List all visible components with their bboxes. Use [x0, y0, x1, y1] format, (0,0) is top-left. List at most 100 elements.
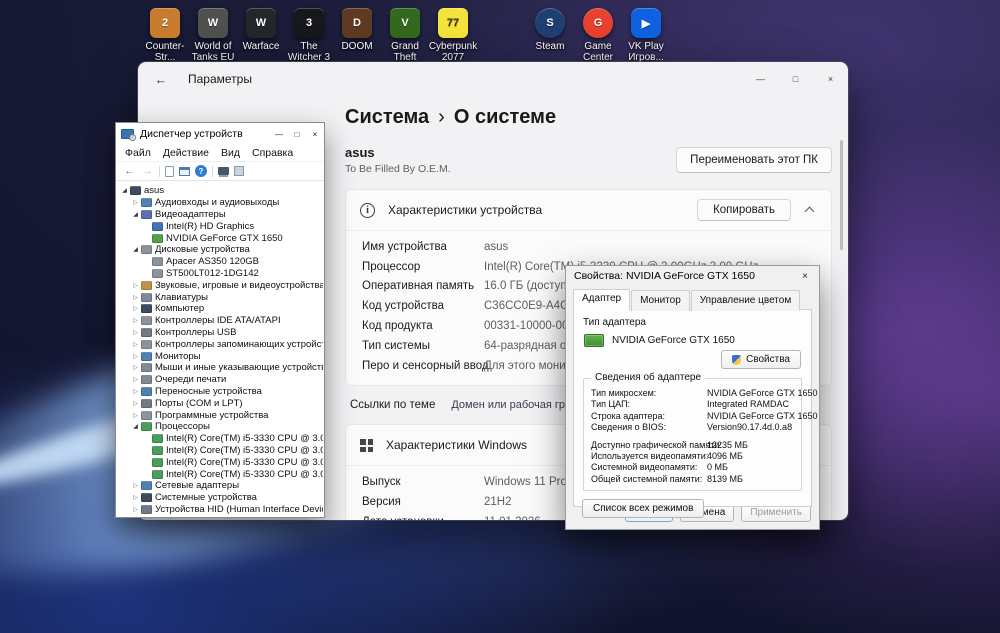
properties-button[interactable]: Свойства	[721, 350, 801, 369]
twisty-icon[interactable]	[131, 364, 140, 371]
device-manager-toolbar: ← →?	[116, 161, 324, 181]
twisty-icon[interactable]	[131, 412, 140, 419]
desktop-icon-glyph: 3	[305, 17, 313, 29]
menu-item[interactable]: Вид	[215, 146, 246, 160]
close-button[interactable]: ×	[813, 62, 848, 96]
separator[interactable]	[159, 165, 160, 177]
help-icon[interactable]: ?	[195, 165, 207, 177]
tree-item[interactable]: Процессоры	[117, 421, 323, 433]
maximize-button[interactable]: □	[778, 62, 813, 96]
twisty-icon[interactable]	[131, 211, 140, 218]
tree-item[interactable]: Intel(R) Core(TM) i5-3330 CPU @ 3.00GHz	[117, 468, 323, 480]
tree-item[interactable]: Intel(R) HD Graphics	[117, 220, 323, 232]
doc-icon[interactable]	[165, 165, 174, 177]
twisty-icon[interactable]	[131, 353, 140, 360]
desktop-icon[interactable]: S Steam	[526, 8, 574, 63]
tree-item[interactable]: Звуковые, игровые и видеоустройства	[117, 279, 323, 291]
close-icon[interactable]: ×	[791, 266, 819, 286]
twisty-icon[interactable]	[131, 282, 140, 289]
tree-item-label: Аудиовходы и аудиовыходы	[155, 197, 280, 209]
twisty-icon[interactable]	[131, 294, 140, 301]
tree-item[interactable]: Видеоадаптеры	[117, 209, 323, 221]
tree-item[interactable]: Контроллеры IDE ATA/ATAPI	[117, 315, 323, 327]
info-label: Системной видеопамяти:	[591, 462, 698, 473]
tree-item[interactable]: Контроллеры USB	[117, 327, 323, 339]
back-button[interactable]: ←	[146, 65, 176, 93]
menu-item[interactable]: Файл	[119, 146, 157, 160]
tree-item[interactable]: NVIDIA GeForce GTX 1650	[117, 232, 323, 244]
twisty-icon[interactable]	[131, 388, 140, 395]
tree-item[interactable]: Intel(R) Core(TM) i5-3330 CPU @ 3.00GHz	[117, 445, 323, 457]
info-value: Version90.17.4d.0.a8	[707, 422, 793, 433]
desktop-icon[interactable]: G Game Center	[574, 8, 622, 63]
minimize-button[interactable]: —	[743, 62, 778, 96]
dialog-title: Свойства: NVIDIA GeForce GTX 1650	[574, 270, 755, 282]
computer-tb-icon[interactable]	[218, 167, 229, 175]
twisty-icon[interactable]	[131, 199, 140, 206]
tree-item[interactable]: Клавиатуры	[117, 291, 323, 303]
monitor-icon	[141, 351, 152, 361]
tree-item[interactable]: Сетевые адаптеры	[117, 480, 323, 492]
twisty-icon[interactable]	[131, 423, 140, 430]
tree-item[interactable]: Очереди печати	[117, 374, 323, 386]
tree-item-label: Системные устройства	[155, 492, 257, 504]
tree-item[interactable]: Устройства HID (Human Interface Devices)	[117, 504, 323, 516]
tree-item-label: Звуковые, игровые и видеоустройства	[155, 279, 323, 291]
device-specs-header[interactable]: Характеристики устройства Копировать	[346, 190, 831, 230]
twisty-icon[interactable]	[131, 329, 140, 336]
twisty-icon[interactable]	[131, 246, 140, 253]
twisty-icon[interactable]	[131, 317, 140, 324]
twisty-icon[interactable]	[131, 341, 140, 348]
dialog-tab[interactable]: Монитор	[631, 290, 690, 311]
twisty-icon[interactable]	[131, 376, 140, 383]
tree-item[interactable]: Переносные устройства	[117, 386, 323, 398]
twisty-icon[interactable]	[131, 305, 140, 312]
rename-pc-button[interactable]: Переименовать этот ПК	[676, 147, 832, 173]
spec-label: Имя устройства	[362, 240, 447, 253]
ide-icon	[141, 316, 152, 326]
twisty-icon[interactable]	[131, 494, 140, 501]
twisty-icon[interactable]	[131, 400, 140, 407]
tree-item[interactable]: ST500LT012-1DG142	[117, 268, 323, 280]
copy-device-specs-button[interactable]: Копировать	[697, 199, 791, 221]
tree-item[interactable]: Контроллеры запоминающих устройств	[117, 338, 323, 350]
minimize-button[interactable]: —	[270, 124, 288, 145]
tree-item[interactable]: Компьютер	[117, 303, 323, 315]
desktop-icon-label: Cyberpunk 2077	[428, 41, 478, 63]
tree-item[interactable]: Apacer AS350 120GB	[117, 256, 323, 268]
forward-icon[interactable]: →	[141, 164, 154, 178]
list-all-modes-button[interactable]: Список всех режимов	[582, 499, 705, 519]
tree-item[interactable]: Аудиовходы и аудиовыходы	[117, 197, 323, 209]
maximize-button[interactable]: □	[288, 124, 306, 145]
sound-icon	[141, 280, 152, 290]
tree-item[interactable]: Системные устройства	[117, 492, 323, 504]
desktop-icon[interactable]: ▶ VK Play Игров...	[622, 8, 670, 63]
window-icon[interactable]	[179, 166, 190, 176]
tree-item[interactable]: Intel(R) Core(TM) i5-3330 CPU @ 3.00GHz	[117, 433, 323, 445]
separator[interactable]	[212, 165, 213, 177]
dialog-tab[interactable]: Адаптер	[573, 289, 631, 310]
tree-item[interactable]: Intel(R) Core(TM) i5-3330 CPU @ 3.00GHz	[117, 456, 323, 468]
scrollbar[interactable]	[840, 140, 843, 250]
related-links-label: Ссылки по теме	[350, 399, 436, 412]
info-value: 8139 МБ	[707, 473, 743, 484]
twisty-icon[interactable]	[131, 482, 140, 489]
tree-item[interactable]: Мыши и иные указывающие устройства	[117, 362, 323, 374]
close-button[interactable]: ×	[306, 124, 324, 145]
tree-item[interactable]: Дисковые устройства	[117, 244, 323, 256]
menu-item[interactable]: Действие	[157, 146, 215, 160]
chevron-up-icon[interactable]	[804, 206, 815, 216]
twisty-icon[interactable]	[120, 187, 129, 194]
tree-item[interactable]: Порты (COM и LPT)	[117, 397, 323, 409]
back-icon[interactable]: ←	[123, 164, 136, 178]
tree-item[interactable]: Программные устройства	[117, 409, 323, 421]
breadcrumb-root[interactable]: Система	[345, 106, 429, 128]
adapter-info-group: Сведения об адаптере Тип микросхем: NVID…	[583, 372, 818, 492]
tree-item[interactable]: asus	[117, 185, 323, 197]
menu-item[interactable]: Справка	[246, 146, 299, 160]
tree-item[interactable]: Мониторы	[117, 350, 323, 362]
scan-icon[interactable]	[234, 166, 244, 176]
twisty-icon[interactable]	[131, 506, 140, 513]
dialog-tab[interactable]: Управление цветом	[690, 290, 801, 311]
desktop-icon-glyph: D	[353, 17, 361, 29]
